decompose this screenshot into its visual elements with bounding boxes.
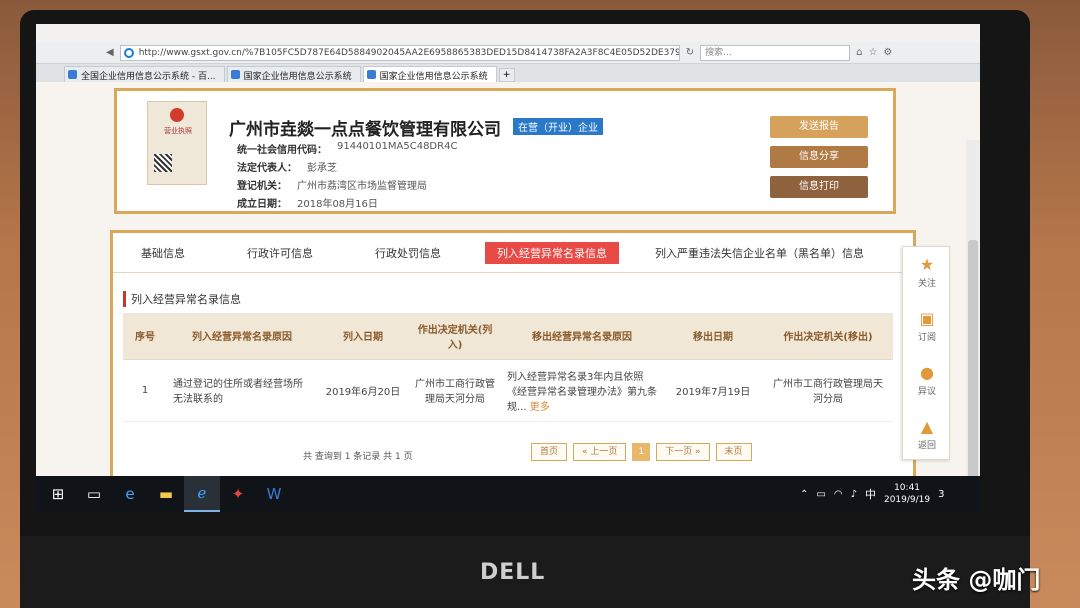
refresh-icon[interactable]: ↻	[686, 47, 694, 58]
notification-icon[interactable]: 3	[938, 489, 944, 500]
ie-icon	[123, 47, 134, 58]
chat-icon: ●	[920, 363, 934, 382]
input-method-indicator[interactable]: 中	[865, 486, 876, 502]
address-bar: ◀ http://www.gsxt.gov.cn/%7B105FC5D787E6…	[36, 42, 980, 64]
home-icon[interactable]: ⌂	[856, 47, 862, 58]
qr-code-icon	[154, 154, 172, 172]
tab-blacklist[interactable]: 列入严重违法失信企业名单（黑名单）信息	[641, 245, 878, 261]
url-input[interactable]: http://www.gsxt.gov.cn/%7B105FC5D787E64D…	[119, 44, 680, 61]
legal-rep-row: 法定代表人： 彭承芝	[237, 163, 337, 174]
abnormal-records-table: 序号 列入经营异常名录原因 列入日期 作出决定机关(列入) 移出经营异常名录原因…	[123, 313, 893, 422]
clock[interactable]: 10:41 2019/9/19	[884, 482, 930, 506]
browser-tab[interactable]: 全国企业信用信息公示系统 - 百...	[64, 66, 225, 82]
page-content: 营业执照 广州市垚燚一点点餐饮管理有限公司 在营（开业）企业 统一社会信用代码：…	[36, 82, 980, 512]
emblem-icon	[170, 108, 184, 122]
site-icon	[230, 70, 240, 79]
pagination: 首页 « 上一页 1 下一页 » 末页	[531, 443, 752, 461]
col-header: 列入日期	[317, 313, 409, 360]
word-icon[interactable]: W	[256, 476, 292, 512]
cell-reason: 通过登记的住所或者经营场所无法联系的	[167, 359, 317, 422]
more-link[interactable]: 更多	[530, 402, 550, 413]
cell-no: 1	[123, 359, 167, 422]
file-explorer-icon[interactable]: ▬	[148, 476, 184, 512]
col-header: 移出日期	[663, 313, 763, 360]
volume-icon[interactable]: ♪	[851, 489, 857, 500]
col-header: 移出经营异常名录原因	[501, 313, 663, 360]
back-icon[interactable]: ◀	[106, 47, 114, 58]
wifi-icon[interactable]: ◠	[834, 489, 843, 500]
tab-basic-info[interactable]: 基础信息	[127, 245, 199, 261]
task-view-icon[interactable]: ▭	[76, 476, 112, 512]
system-tray: ⌃ ▭ ◠ ♪ 中 10:41 2019/9/19 3	[800, 476, 945, 512]
search-input[interactable]: 搜索...	[700, 44, 851, 61]
battery-icon[interactable]: ▭	[816, 489, 825, 500]
registration-authority-row: 登记机关： 广州市荔湾区市场监督管理局	[237, 181, 427, 192]
col-header: 作出决定机关(列入)	[409, 313, 501, 360]
send-report-button[interactable]: 发送报告	[770, 116, 868, 138]
laptop-brand-logo: DELL	[480, 560, 546, 585]
bookmark-icon: ▣	[919, 309, 935, 328]
cell-date-out: 2019年7月19日	[663, 359, 763, 422]
favorites-icon[interactable]: ☆	[868, 47, 877, 58]
arrow-up-icon: ▲	[920, 417, 934, 436]
page-scrollbar[interactable]	[966, 140, 980, 512]
business-license-image[interactable]: 营业执照	[147, 101, 207, 185]
browser-tabbar: 全国企业信用信息公示系统 - 百... 国家企业信用信息公示系统 国家企业信用信…	[36, 64, 980, 82]
prev-page-button[interactable]: « 上一页	[573, 443, 627, 461]
company-card: 营业执照 广州市垚燚一点点餐饮管理有限公司 在营（开业）企业 统一社会信用代码：…	[114, 88, 896, 214]
cell-date-in: 2019年6月20日	[317, 359, 409, 422]
settings-icon[interactable]: ⚙	[883, 47, 892, 58]
edge-icon[interactable]: e	[112, 476, 148, 512]
status-badge: 在营（开业）企业	[513, 118, 603, 135]
next-page-button[interactable]: 下一页 »	[656, 443, 710, 461]
share-info-button[interactable]: 信息分享	[770, 146, 868, 168]
detail-tabs: 基础信息 行政许可信息 行政处罚信息 列入经营异常名录信息 列入严重违法失信企业…	[113, 233, 913, 273]
credit-code-row: 统一社会信用代码： 91440101MA5C48DR4C	[237, 141, 458, 156]
internet-explorer-icon[interactable]: ℯ	[184, 476, 220, 512]
back-to-top-button[interactable]: ▲ 返回	[903, 409, 951, 461]
browser-tab-active[interactable]: 国家企业信用信息公示系统	[362, 66, 497, 82]
cell-remove-reason: 列入经营异常名录3年内且依照《经营异常名录管理办法》第九条规... 更多	[501, 359, 663, 422]
star-icon: ★	[919, 255, 935, 274]
floating-action-bar: ★ 关注 ▣ 订阅 ● 异议 ▲ 返回	[902, 246, 950, 460]
first-page-button[interactable]: 首页	[531, 443, 568, 461]
tab-admin-license[interactable]: 行政许可信息	[233, 245, 327, 261]
established-date-row: 成立日期： 2018年08月16日	[237, 199, 378, 210]
table-header-row: 序号 列入经营异常名录原因 列入日期 作出决定机关(列入) 移出经营异常名录原因…	[123, 313, 893, 360]
section-title: 列入经营异常名录信息	[123, 291, 241, 307]
new-tab-icon[interactable]: +	[498, 68, 515, 82]
chevron-up-icon[interactable]: ⌃	[800, 489, 808, 500]
browser-tab[interactable]: 国家企业信用信息公示系统	[226, 66, 361, 82]
windows-start-icon[interactable]: ⊞	[40, 476, 76, 512]
current-page-button[interactable]: 1	[632, 443, 651, 461]
site-icon	[68, 70, 77, 79]
watermark: 头条 @咖门	[912, 566, 1041, 594]
last-page-button[interactable]: 末页	[715, 443, 752, 461]
scrollbar-thumb[interactable]	[968, 240, 978, 500]
pager-summary: 共 查询到 1 条记录 共 1 页	[303, 452, 413, 462]
tab-admin-penalty[interactable]: 行政处罚信息	[361, 245, 455, 261]
col-header: 作出决定机关(移出)	[763, 313, 893, 360]
col-header: 序号	[123, 313, 167, 360]
detail-card: 基础信息 行政许可信息 行政处罚信息 列入经营异常名录信息 列入严重违法失信企业…	[110, 230, 916, 492]
license-title: 营业执照	[164, 127, 192, 135]
print-info-button[interactable]: 信息打印	[770, 176, 868, 198]
cell-authority-out: 广州市工商行政管理局天河分局	[763, 359, 893, 422]
tab-abnormal-operation[interactable]: 列入经营异常名录信息	[485, 241, 619, 264]
site-icon	[366, 70, 376, 79]
col-header: 列入经营异常名录原因	[167, 313, 317, 360]
subscribe-button[interactable]: ▣ 订阅	[903, 301, 951, 353]
windows-taskbar: ⊞ ▭ e ▬ ℯ ✦ W ⌃ ▭ ◠ ♪ 中 10:41 2019/9/19 …	[36, 476, 980, 512]
screen: ◀ http://www.gsxt.gov.cn/%7B105FC5D787E6…	[36, 24, 980, 512]
objection-button[interactable]: ● 异议	[903, 355, 951, 407]
cell-authority-in: 广州市工商行政管理局天河分局	[409, 359, 501, 422]
company-name: 广州市垚燚一点点餐饮管理有限公司	[229, 120, 501, 140]
follow-button[interactable]: ★ 关注	[903, 247, 951, 299]
table-row: 1 通过登记的住所或者经营场所无法联系的 2019年6月20日 广州市工商行政管…	[123, 359, 893, 422]
url-text: http://www.gsxt.gov.cn/%7B105FC5D787E64D…	[138, 47, 680, 58]
pdf-reader-icon[interactable]: ✦	[220, 476, 256, 512]
